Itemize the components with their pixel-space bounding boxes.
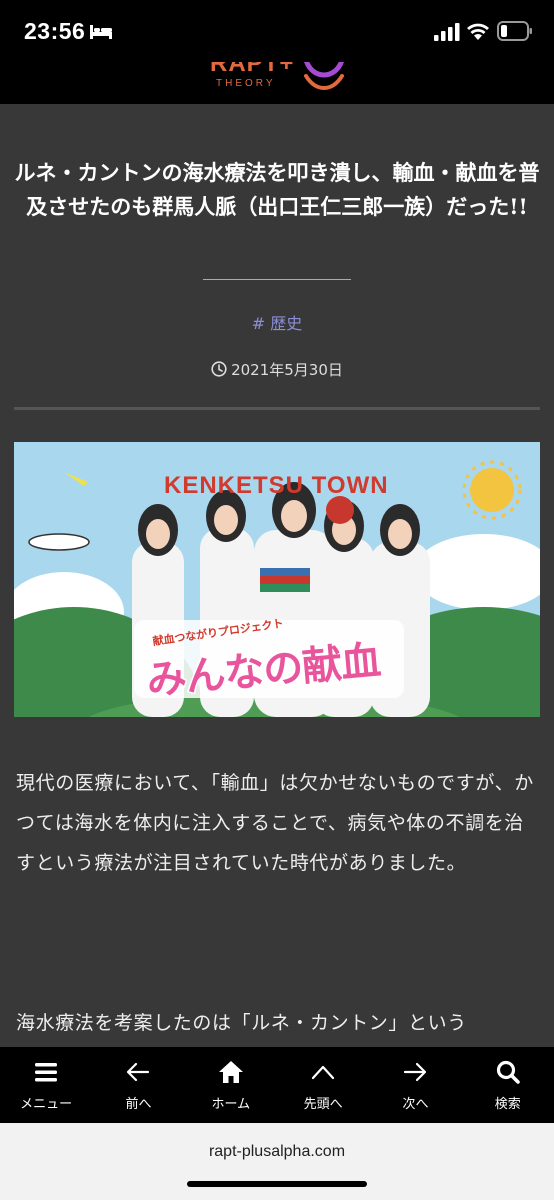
home-indicator[interactable] — [187, 1181, 367, 1187]
nav-home-label: ホーム — [211, 1097, 251, 1112]
bed-icon — [90, 25, 112, 39]
clock-icon — [211, 361, 227, 377]
nav-next-label: 次へ — [402, 1097, 429, 1112]
hero-banner-title: KENKETSU TOWN — [164, 472, 389, 499]
browser-url-bar[interactable]: rapt-plusalpha.com — [0, 1123, 554, 1200]
nav-prev-label: 前へ — [125, 1097, 152, 1112]
logo-swoosh-icon — [304, 62, 344, 90]
arrow-right-icon — [404, 1062, 427, 1082]
nav-menu-label: メニュー — [20, 1097, 73, 1112]
site-header: RAPT+ THEORY — [0, 62, 554, 104]
article: ルネ・カントンの海水療法を叩き潰し、輸血・献血を普及させたのも群馬人脈（出口王仁… — [0, 104, 554, 1047]
home-icon — [218, 1061, 243, 1083]
menu-icon — [35, 1063, 58, 1082]
nav-next[interactable]: 次へ — [369, 1047, 461, 1123]
wifi-icon — [467, 23, 489, 40]
status-time: 23:56 — [24, 18, 86, 44]
post-date-text: 2021年5月30日 — [231, 361, 343, 379]
nav-home[interactable]: ホーム — [185, 1047, 277, 1123]
hero-image[interactable]: KENKETSU TOWN 献血つながりプロジェクト みんなの献血 — [14, 442, 540, 717]
title-divider — [203, 279, 351, 280]
article-title: ルネ・カントンの海水療法を叩き潰し、輸血・献血を普及させたのも群馬人脈（出口王仁… — [14, 160, 540, 219]
nav-menu[interactable]: メニュー — [0, 1047, 92, 1123]
bottom-nav: メニュー 前へ ホーム 先頭へ 次へ 検索 — [0, 1047, 554, 1123]
post-date: 2021年5月30日 — [0, 359, 554, 380]
status-bar: 23:56 — [0, 0, 554, 62]
category-tag[interactable]: # 歴史 — [0, 310, 554, 334]
nav-prev[interactable]: 前へ — [92, 1047, 184, 1123]
nav-search[interactable]: 検索 — [462, 1047, 554, 1123]
paragraph-1: 現代の医療において、「輸血」は欠かせないものですが、かつては海水を体内に注入する… — [16, 772, 534, 874]
nav-search-label: 検索 — [494, 1097, 521, 1112]
logo-subtext: THEORY — [216, 78, 276, 89]
url-text[interactable]: rapt-plusalpha.com — [0, 1143, 554, 1161]
nav-top[interactable]: 先頭へ — [277, 1047, 369, 1123]
section-divider — [14, 407, 540, 410]
signal-icon — [434, 23, 460, 41]
battery-icon — [497, 21, 532, 41]
site-logo[interactable]: RAPT+ THEORY — [210, 62, 350, 96]
chevron-up-icon — [312, 1065, 335, 1080]
paragraph-2: 海水療法を考案したのは「ルネ・カントン」という — [16, 1012, 467, 1034]
logo-text: RAPT+ — [210, 62, 295, 77]
arrow-left-icon — [127, 1062, 150, 1082]
nav-top-label: 先頭へ — [303, 1097, 343, 1112]
search-icon — [496, 1060, 520, 1084]
